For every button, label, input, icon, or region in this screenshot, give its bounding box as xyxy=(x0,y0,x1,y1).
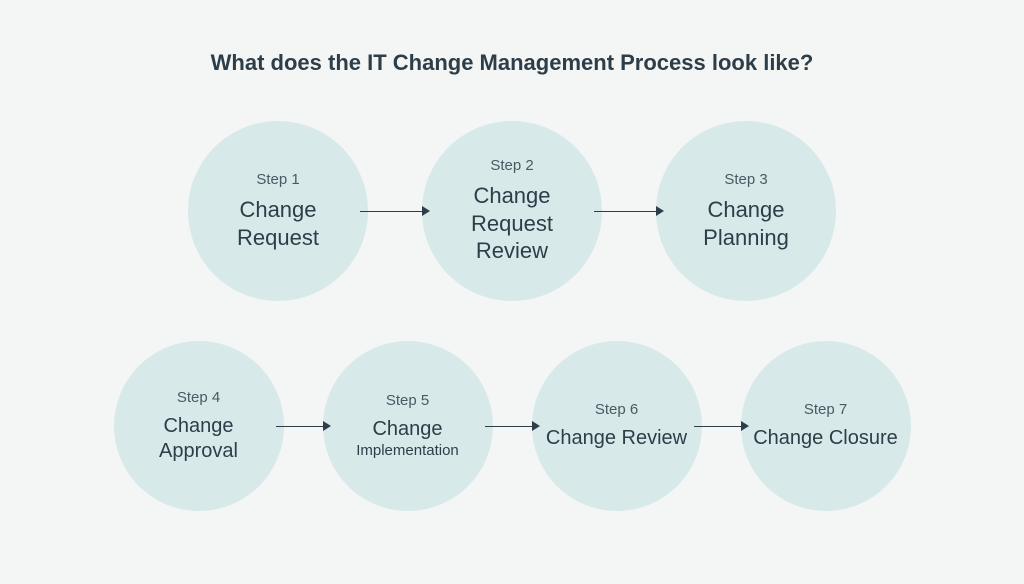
step-5-title-line2: Implementation xyxy=(356,442,459,461)
step-5-title: Change Implementation xyxy=(346,417,469,461)
arrow-icon xyxy=(276,425,331,427)
step-2-circle: Step 2 Change Request Review xyxy=(422,121,602,301)
step-1-circle: Step 1 Change Request xyxy=(188,121,368,301)
step-5-title-line1: Change xyxy=(372,418,442,440)
step-6-circle: Step 6 Change Review xyxy=(532,341,702,511)
arrow-icon xyxy=(694,425,749,427)
step-3-label: Step 3 xyxy=(724,171,767,188)
step-4-label: Step 4 xyxy=(177,389,220,406)
step-6-title: Change Review xyxy=(536,426,697,451)
process-row-1: Step 1 Change Request Step 2 Change Requ… xyxy=(40,121,984,301)
step-7-label: Step 7 xyxy=(804,401,847,418)
step-4-title: Change Approval xyxy=(114,414,284,464)
step-7-title: Change Closure xyxy=(743,426,908,451)
arrow-icon xyxy=(360,210,430,212)
step-5-circle: Step 5 Change Implementation xyxy=(323,341,493,511)
step-5-label: Step 5 xyxy=(386,392,429,409)
step-7-circle: Step 7 Change Closure xyxy=(741,341,911,511)
arrow-icon xyxy=(594,210,664,212)
step-6-label: Step 6 xyxy=(595,401,638,418)
step-1-title: Change Request xyxy=(188,196,368,251)
step-3-title: Change Planning xyxy=(656,196,836,251)
arrow-icon xyxy=(485,425,540,427)
process-row-2: Step 4 Change Approval Step 5 Change Imp… xyxy=(40,341,984,511)
diagram-title: What does the IT Change Management Proce… xyxy=(40,50,984,76)
step-4-circle: Step 4 Change Approval xyxy=(114,341,284,511)
step-2-title: Change Request Review xyxy=(422,182,602,265)
step-2-label: Step 2 xyxy=(490,157,533,174)
step-1-label: Step 1 xyxy=(256,171,299,188)
step-3-circle: Step 3 Change Planning xyxy=(656,121,836,301)
